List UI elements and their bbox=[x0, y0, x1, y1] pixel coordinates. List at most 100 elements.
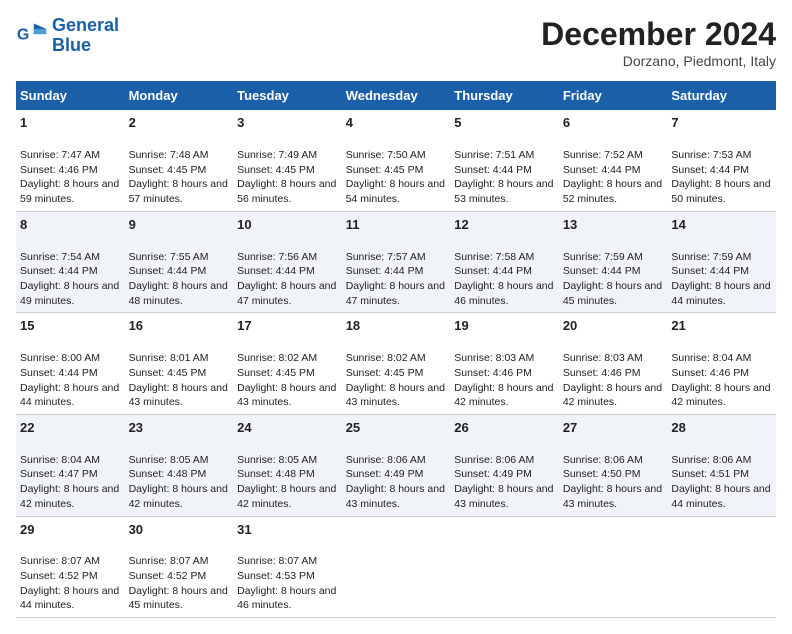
sunset-text: Sunset: 4:46 PM bbox=[671, 367, 749, 379]
sunrise-text: Sunrise: 8:04 AM bbox=[671, 352, 751, 364]
day-number: 13 bbox=[563, 216, 664, 234]
sunset-text: Sunset: 4:48 PM bbox=[129, 468, 207, 480]
day-number: 19 bbox=[454, 317, 555, 335]
sunrise-text: Sunrise: 7:59 AM bbox=[563, 251, 643, 263]
sunrise-text: Sunrise: 8:07 AM bbox=[237, 555, 317, 567]
sunset-text: Sunset: 4:52 PM bbox=[20, 570, 98, 582]
sunrise-text: Sunrise: 8:00 AM bbox=[20, 352, 100, 364]
sunrise-text: Sunrise: 8:02 AM bbox=[346, 352, 426, 364]
calendar-cell: 30 Sunrise: 8:07 AM Sunset: 4:52 PM Dayligh… bbox=[125, 516, 234, 618]
sunset-text: Sunset: 4:44 PM bbox=[20, 367, 98, 379]
calendar-cell: 4Sunrise: 7:50 AMSunset: 4:45 PMDaylight… bbox=[342, 110, 451, 211]
sunset-text: Sunset: 4:44 PM bbox=[20, 265, 98, 277]
calendar-cell: 23Sunrise: 8:05 AMSunset: 4:48 PMDayligh… bbox=[125, 414, 234, 516]
sunset-text: Sunset: 4:45 PM bbox=[346, 164, 424, 176]
sunrise-text: Sunrise: 8:03 AM bbox=[454, 352, 534, 364]
sunrise-text: Sunrise: 8:06 AM bbox=[454, 454, 534, 466]
daylight-text: Daylight: 8 hours and 44 minutes. bbox=[20, 382, 119, 409]
calendar-cell: 27Sunrise: 8:06 AMSunset: 4:50 PMDayligh… bbox=[559, 414, 668, 516]
daylight-text: Daylight: 8 hours and 45 minutes. bbox=[129, 585, 228, 612]
sunset-text: Sunset: 4:47 PM bbox=[20, 468, 98, 480]
sunset-text: Sunset: 4:49 PM bbox=[454, 468, 532, 480]
day-header-saturday: Saturday bbox=[667, 81, 776, 110]
calendar-cell: 7Sunrise: 7:53 AMSunset: 4:44 PMDaylight… bbox=[667, 110, 776, 211]
calendar-cell: 25Sunrise: 8:06 AMSunset: 4:49 PMDayligh… bbox=[342, 414, 451, 516]
calendar-cell bbox=[559, 516, 668, 618]
sunrise-text: Sunrise: 8:04 AM bbox=[20, 454, 100, 466]
daylight-text: Daylight: 8 hours and 42 minutes. bbox=[563, 382, 662, 409]
calendar-cell: 19Sunrise: 8:03 AMSunset: 4:46 PMDayligh… bbox=[450, 313, 559, 415]
day-number: 18 bbox=[346, 317, 447, 335]
sunset-text: Sunset: 4:44 PM bbox=[237, 265, 315, 277]
sunrise-text: Sunrise: 8:06 AM bbox=[563, 454, 643, 466]
calendar-cell: 1Sunrise: 7:47 AMSunset: 4:46 PMDaylight… bbox=[16, 110, 125, 211]
sunset-text: Sunset: 4:50 PM bbox=[563, 468, 641, 480]
sunrise-text: Sunrise: 7:52 AM bbox=[563, 149, 643, 161]
sunrise-text: Sunrise: 7:50 AM bbox=[346, 149, 426, 161]
daylight-text: Daylight: 8 hours and 56 minutes. bbox=[237, 178, 336, 205]
sunrise-text: Sunrise: 7:54 AM bbox=[20, 251, 100, 263]
calendar-cell: 24 Sunrise: 8:05 AM Sunset: 4:48 PM Dayligh… bbox=[233, 414, 342, 516]
day-number: 24 bbox=[237, 419, 338, 437]
day-header-sunday: Sunday bbox=[16, 81, 125, 110]
daylight-text: Daylight: 8 hours and 42 minutes. bbox=[237, 483, 336, 510]
logo-line2: Blue bbox=[52, 36, 119, 56]
sunrise-text: Sunrise: 8:06 AM bbox=[671, 454, 751, 466]
sunset-text: Sunset: 4:45 PM bbox=[237, 164, 315, 176]
sunset-text: Sunset: 4:52 PM bbox=[129, 570, 207, 582]
sunrise-text: Sunrise: 8:01 AM bbox=[129, 352, 209, 364]
daylight-text: Daylight: 8 hours and 49 minutes. bbox=[20, 280, 119, 307]
calendar-cell: 8Sunrise: 7:54 AMSunset: 4:44 PMDaylight… bbox=[16, 211, 125, 313]
daylight-text: Daylight: 8 hours and 44 minutes. bbox=[20, 585, 119, 612]
sunset-text: Sunset: 4:46 PM bbox=[454, 367, 532, 379]
day-number: 12 bbox=[454, 216, 555, 234]
calendar-cell: 10Sunrise: 7:56 AMSunset: 4:44 PMDayligh… bbox=[233, 211, 342, 313]
day-header-tuesday: Tuesday bbox=[233, 81, 342, 110]
day-header-wednesday: Wednesday bbox=[342, 81, 451, 110]
day-number: 26 bbox=[454, 419, 555, 437]
day-header-friday: Friday bbox=[559, 81, 668, 110]
daylight-text: Daylight: 8 hours and 46 minutes. bbox=[454, 280, 553, 307]
calendar-cell: 12Sunrise: 7:58 AMSunset: 4:44 PMDayligh… bbox=[450, 211, 559, 313]
calendar-header-row: SundayMondayTuesdayWednesdayThursdayFrid… bbox=[16, 81, 776, 110]
day-number: 14 bbox=[671, 216, 772, 234]
sunrise-text: Sunrise: 8:03 AM bbox=[563, 352, 643, 364]
sunrise-text: Sunrise: 8:07 AM bbox=[129, 555, 209, 567]
day-number: 29 bbox=[20, 521, 121, 539]
sunrise-text: Sunrise: 7:51 AM bbox=[454, 149, 534, 161]
calendar-cell: 21Sunrise: 8:04 AMSunset: 4:46 PMDayligh… bbox=[667, 313, 776, 415]
sunrise-text: Sunrise: 7:47 AM bbox=[20, 149, 100, 161]
page-header: G General Blue December 2024 Dorzano, Pi… bbox=[16, 16, 776, 69]
sunset-text: Sunset: 4:48 PM bbox=[237, 468, 315, 480]
sunrise-text: Sunrise: 8:05 AM bbox=[237, 454, 317, 466]
calendar-cell: 28 Sunrise: 8:06 AM Sunset: 4:51 PM Dayligh… bbox=[667, 414, 776, 516]
sunrise-text: Sunrise: 7:48 AM bbox=[129, 149, 209, 161]
daylight-text: Daylight: 8 hours and 57 minutes. bbox=[129, 178, 228, 205]
day-number: 2 bbox=[129, 114, 230, 132]
day-number: 30 bbox=[129, 521, 230, 539]
calendar-week-row: 15Sunrise: 8:00 AMSunset: 4:44 PMDayligh… bbox=[16, 313, 776, 415]
month-title: December 2024 bbox=[541, 16, 776, 53]
daylight-text: Daylight: 8 hours and 44 minutes. bbox=[671, 483, 770, 510]
sunrise-text: Sunrise: 8:06 AM bbox=[346, 454, 426, 466]
sunrise-text: Sunrise: 7:56 AM bbox=[237, 251, 317, 263]
calendar-cell: 20Sunrise: 8:03 AMSunset: 4:46 PMDayligh… bbox=[559, 313, 668, 415]
day-number: 16 bbox=[129, 317, 230, 335]
sunset-text: Sunset: 4:44 PM bbox=[563, 265, 641, 277]
logo-icon: G bbox=[16, 20, 48, 52]
day-number: 21 bbox=[671, 317, 772, 335]
calendar-week-row: 29 Sunrise: 8:07 AM Sunset: 4:52 PM Dayligh… bbox=[16, 516, 776, 618]
sunset-text: Sunset: 4:44 PM bbox=[346, 265, 424, 277]
calendar-cell bbox=[450, 516, 559, 618]
sunrise-text: Sunrise: 7:59 AM bbox=[671, 251, 751, 263]
calendar-cell: 26Sunrise: 8:06 AMSunset: 4:49 PMDayligh… bbox=[450, 414, 559, 516]
calendar-cell: 13Sunrise: 7:59 AMSunset: 4:44 PMDayligh… bbox=[559, 211, 668, 313]
day-number: 20 bbox=[563, 317, 664, 335]
logo: G General Blue bbox=[16, 16, 119, 56]
daylight-text: Daylight: 8 hours and 43 minutes. bbox=[346, 382, 445, 409]
sunset-text: Sunset: 4:44 PM bbox=[454, 265, 532, 277]
daylight-text: Daylight: 8 hours and 43 minutes. bbox=[346, 483, 445, 510]
sunset-text: Sunset: 4:51 PM bbox=[671, 468, 749, 480]
day-number: 28 bbox=[671, 419, 772, 437]
day-number: 9 bbox=[129, 216, 230, 234]
